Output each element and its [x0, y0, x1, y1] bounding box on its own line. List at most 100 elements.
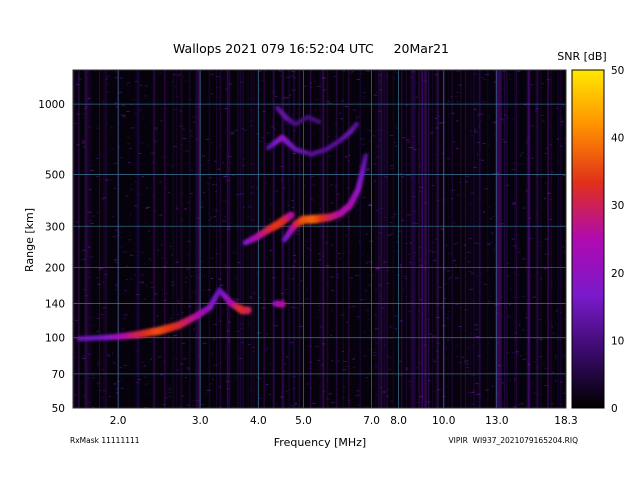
noise-speck: [532, 296, 537, 298]
noise-speck: [212, 378, 214, 380]
noise-speck: [185, 277, 188, 279]
noise-speck: [493, 81, 496, 83]
noise-speck: [465, 363, 469, 365]
noise-speck: [329, 276, 334, 278]
noise-speck: [467, 370, 471, 372]
noise-speck: [367, 152, 370, 154]
x-tick-label: 10.0: [432, 415, 455, 427]
noise-speck: [360, 138, 364, 140]
noise-speck: [185, 377, 187, 378]
noise-speck: [282, 244, 284, 246]
noise-speck: [474, 131, 478, 133]
noise-speck: [497, 365, 501, 366]
noise-speck: [143, 221, 147, 223]
noise-speck: [503, 253, 505, 255]
noise-speck: [547, 192, 551, 194]
noise-speck: [405, 278, 408, 280]
noise-speck: [446, 158, 451, 160]
noise-speck: [382, 391, 386, 393]
noise-speck: [77, 76, 80, 78]
noise-speck: [228, 339, 231, 341]
noise-speck: [192, 116, 197, 118]
noise-streak: [78, 70, 80, 408]
noise-speck: [149, 281, 153, 283]
noise-speck: [407, 253, 410, 255]
noise-speck: [184, 208, 187, 210]
noise-speck: [488, 206, 490, 208]
noise-speck: [463, 361, 465, 363]
noise-speck: [515, 351, 519, 353]
noise-speck: [281, 293, 284, 294]
noise-speck: [83, 355, 85, 357]
noise-speck: [114, 260, 117, 261]
noise-speck: [309, 361, 312, 363]
noise-speck: [505, 262, 510, 264]
noise-speck: [387, 355, 390, 357]
noise-speck: [536, 116, 538, 118]
noise-speck: [325, 398, 330, 400]
noise-speck: [334, 355, 338, 357]
noise-speck: [394, 145, 397, 147]
noise-speck: [103, 390, 106, 392]
noise-speck: [555, 357, 557, 359]
noise-speck: [96, 359, 99, 360]
noise-speck: [502, 121, 505, 123]
noise-speck: [557, 183, 559, 185]
noise-speck: [256, 376, 260, 378]
noise-speck: [308, 85, 310, 87]
noise-speck: [424, 194, 427, 196]
noise-speck: [423, 308, 425, 310]
noise-speck: [210, 142, 212, 144]
noise-speck: [374, 365, 379, 367]
noise-speck: [76, 113, 80, 115]
noise-streak: [136, 70, 138, 408]
noise-streak: [448, 70, 449, 408]
noise-speck: [373, 94, 378, 96]
noise-speck: [429, 132, 434, 134]
noise-speck: [198, 355, 202, 357]
noise-speck: [161, 156, 165, 158]
noise-speck: [517, 274, 520, 276]
noise-speck: [218, 353, 220, 355]
noise-speck: [176, 96, 179, 98]
noise-speck: [388, 368, 392, 370]
noise-speck: [319, 326, 324, 328]
noise-streak: [322, 70, 324, 408]
noise-speck: [81, 142, 85, 144]
noise-speck: [516, 70, 521, 72]
noise-speck: [357, 202, 359, 204]
noise-speck: [262, 110, 266, 112]
noise-speck: [120, 379, 122, 381]
noise-speck: [379, 232, 383, 234]
noise-speck: [404, 134, 405, 136]
noise-speck: [256, 187, 258, 189]
noise-speck: [379, 139, 382, 141]
noise-speck: [261, 137, 265, 139]
echo-point: [316, 119, 322, 125]
file-name-label: VIPIR WI937_2021079165204.RIQ: [449, 436, 579, 445]
noise-speck: [190, 192, 193, 194]
noise-speck: [487, 399, 489, 400]
noise-speck: [88, 126, 91, 128]
noise-speck: [359, 241, 361, 243]
noise-speck: [106, 354, 110, 356]
noise-speck: [502, 119, 505, 121]
noise-speck: [501, 364, 505, 366]
noise-speck: [356, 79, 360, 80]
noise-speck: [97, 361, 100, 363]
noise-speck: [266, 257, 268, 258]
noise-speck: [348, 154, 351, 156]
noise-speck: [416, 401, 420, 403]
noise-streak: [451, 70, 453, 408]
noise-speck: [114, 76, 118, 78]
noise-speck: [473, 108, 477, 110]
noise-speck: [189, 130, 193, 132]
noise-speck: [379, 257, 381, 259]
noise-speck: [341, 100, 344, 102]
noise-speck: [197, 250, 199, 252]
colorbar: [571, 69, 605, 409]
noise-speck: [261, 307, 266, 309]
noise-speck: [263, 240, 265, 241]
noise-speck: [473, 73, 477, 75]
noise-speck: [145, 207, 149, 209]
